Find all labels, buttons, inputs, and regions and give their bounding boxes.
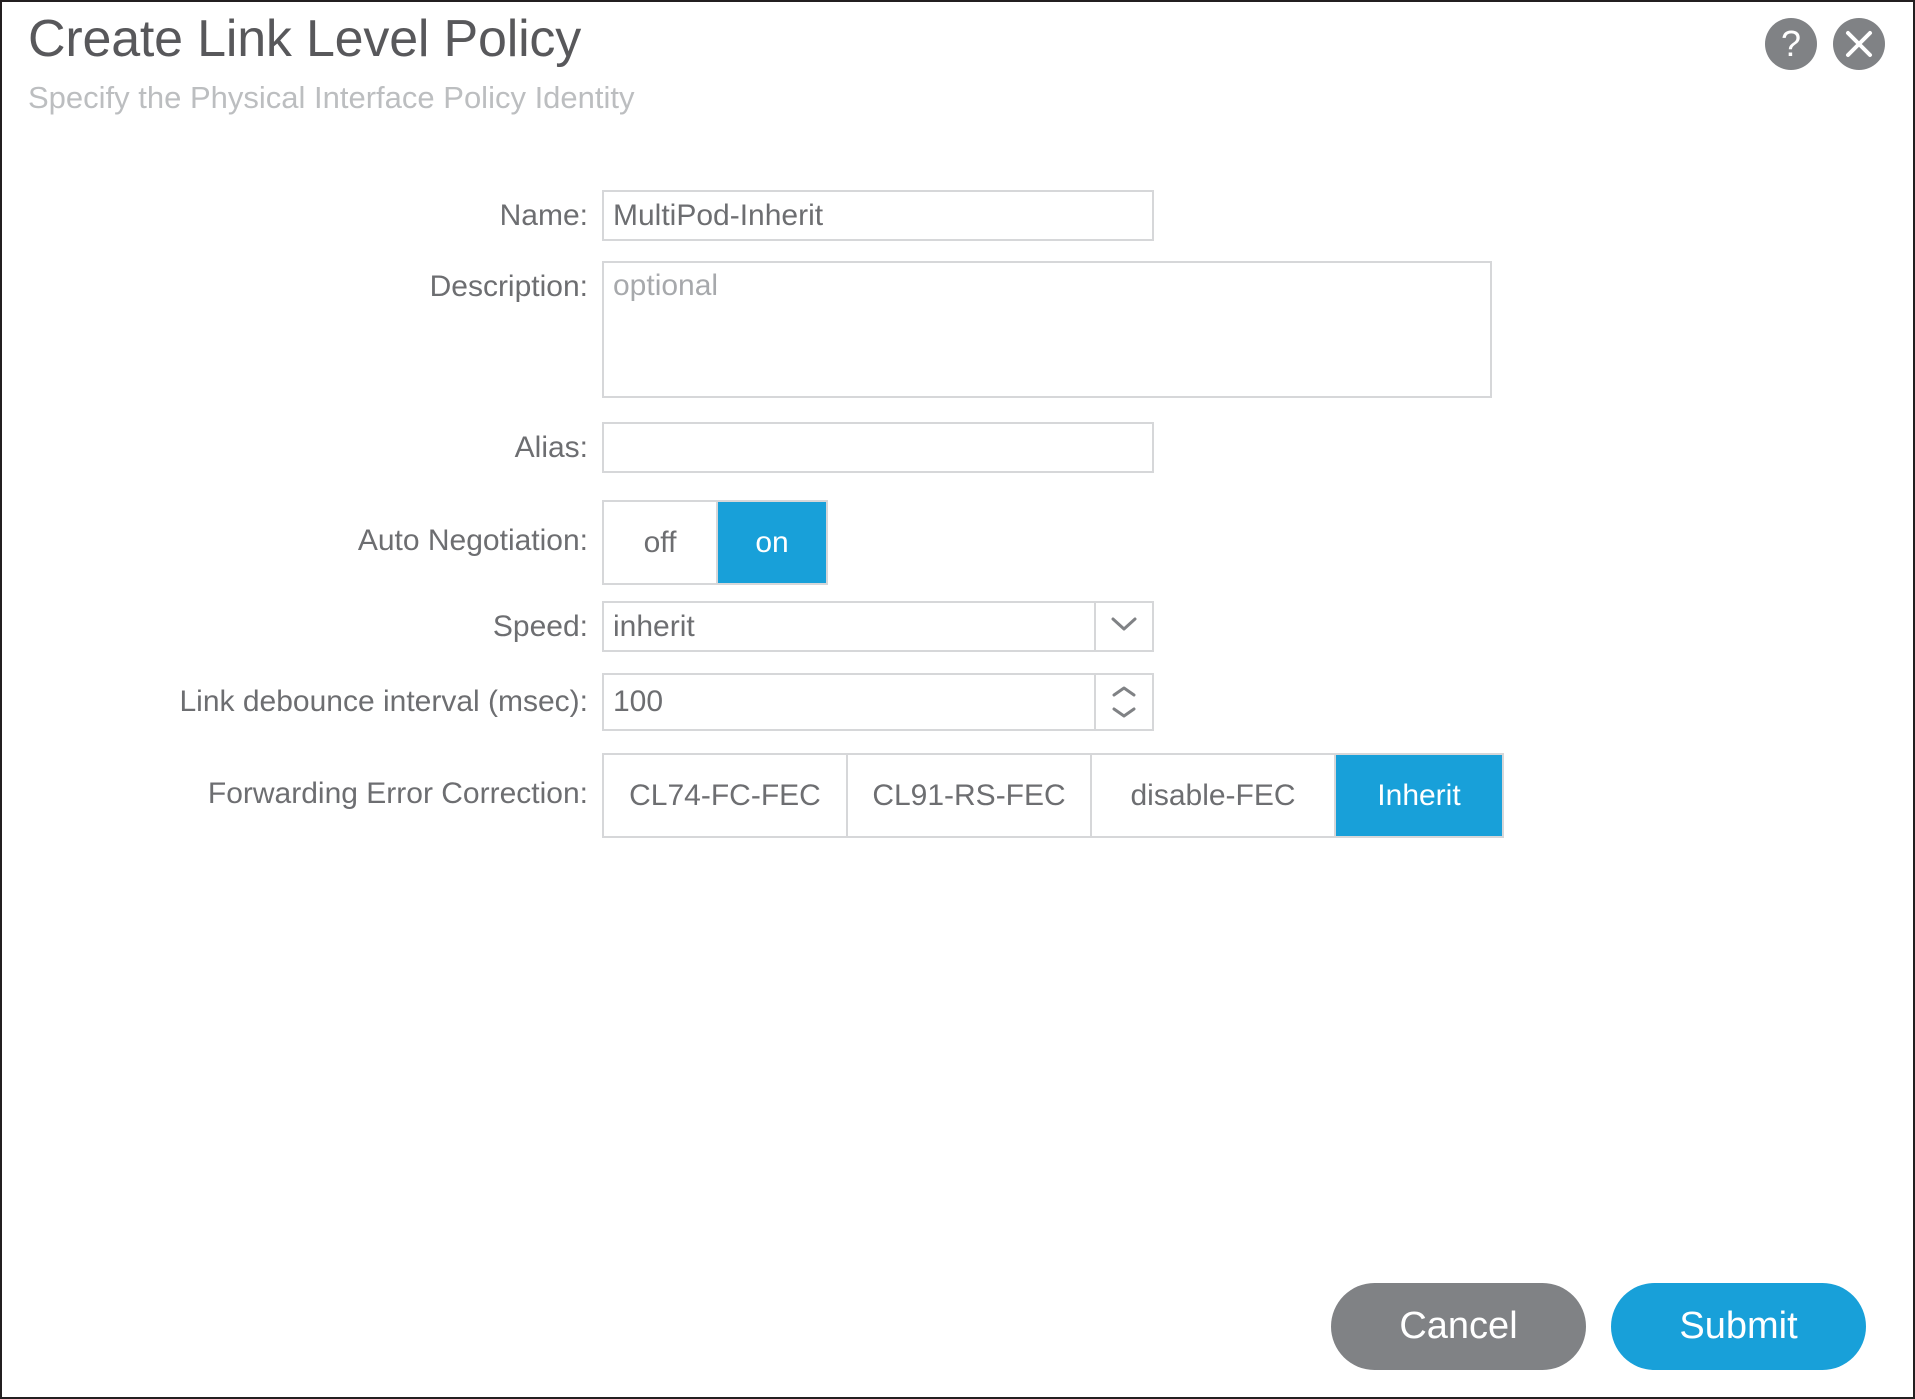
form-row-description: Description: [2, 261, 1913, 398]
fec-option-disable-fec[interactable]: disable-FEC [1092, 755, 1336, 836]
name-input[interactable] [602, 190, 1154, 241]
chevron-up-icon[interactable] [1111, 685, 1137, 698]
form-row-auto-negotiation: Auto Negotiation: off on [2, 500, 1913, 585]
cancel-button[interactable]: Cancel [1331, 1283, 1586, 1370]
auto-negotiation-toggle-group: off on [602, 500, 828, 585]
form-row-forwarding-error-correction: Forwarding Error Correction: CL74-FC-FEC… [2, 753, 1913, 838]
link-debounce-label: Link debounce interval (msec): [179, 685, 588, 718]
fec-option-cl91-rs-fec[interactable]: CL91-RS-FEC [848, 755, 1092, 836]
header-actions: ? [1765, 18, 1885, 70]
form-row-speed: Speed: inherit [2, 601, 1913, 652]
form-row-link-debounce: Link debounce interval (msec): 100 [2, 673, 1913, 731]
name-control [602, 190, 1913, 241]
create-link-level-policy-dialog: Create Link Level Policy Specify the Phy… [0, 0, 1915, 1399]
forwarding-error-correction-control: CL74-FC-FEC CL91-RS-FEC disable-FEC Inhe… [602, 753, 1913, 838]
name-label: Name: [499, 199, 588, 232]
link-debounce-value[interactable]: 100 [604, 675, 1094, 729]
speed-control: inherit [602, 601, 1913, 652]
page-subtitle: Specify the Physical Interface Policy Id… [28, 79, 635, 115]
alias-control [602, 422, 1913, 473]
link-debounce-stepper: 100 [602, 673, 1154, 731]
svg-text:?: ? [1781, 23, 1801, 64]
description-label: Description: [429, 270, 588, 303]
auto-negotiation-option-on[interactable]: on [718, 502, 826, 583]
link-debounce-spinner-buttons[interactable] [1094, 675, 1152, 729]
submit-button[interactable]: Submit [1611, 1283, 1866, 1370]
auto-negotiation-option-off[interactable]: off [604, 502, 718, 583]
page-title: Create Link Level Policy [28, 10, 582, 68]
description-control [602, 261, 1913, 398]
alias-input[interactable] [602, 422, 1154, 473]
chevron-down-icon [1110, 615, 1138, 638]
fec-button-group: CL74-FC-FEC CL91-RS-FEC disable-FEC Inhe… [602, 753, 1504, 838]
speed-dropdown-toggle[interactable] [1094, 603, 1152, 650]
auto-negotiation-control: off on [602, 500, 1913, 585]
close-x-icon [1833, 18, 1885, 70]
close-button[interactable] [1833, 18, 1885, 70]
policy-form: Name: Description: Alias: Auto Negotiati… [2, 190, 1913, 838]
dialog-header: Create Link Level Policy Specify the Phy… [28, 12, 635, 116]
link-debounce-control: 100 [602, 673, 1913, 731]
alias-label: Alias: [514, 431, 588, 464]
speed-select[interactable]: inherit [602, 601, 1154, 652]
fec-option-inherit[interactable]: Inherit [1336, 755, 1502, 836]
description-textarea[interactable] [602, 261, 1492, 398]
auto-negotiation-label: Auto Negotiation: [357, 524, 588, 557]
question-mark-icon: ? [1765, 18, 1817, 70]
help-button[interactable]: ? [1765, 18, 1817, 70]
fec-option-cl74-fc-fec[interactable]: CL74-FC-FEC [604, 755, 848, 836]
form-row-alias: Alias: [2, 422, 1913, 473]
speed-selected-value: inherit [613, 609, 695, 643]
chevron-down-icon[interactable] [1111, 706, 1137, 719]
speed-label: Speed: [492, 610, 588, 643]
forwarding-error-correction-label: Forwarding Error Correction: [207, 777, 588, 810]
form-row-name: Name: [2, 190, 1913, 241]
dialog-footer: Cancel Submit [1331, 1283, 1866, 1370]
